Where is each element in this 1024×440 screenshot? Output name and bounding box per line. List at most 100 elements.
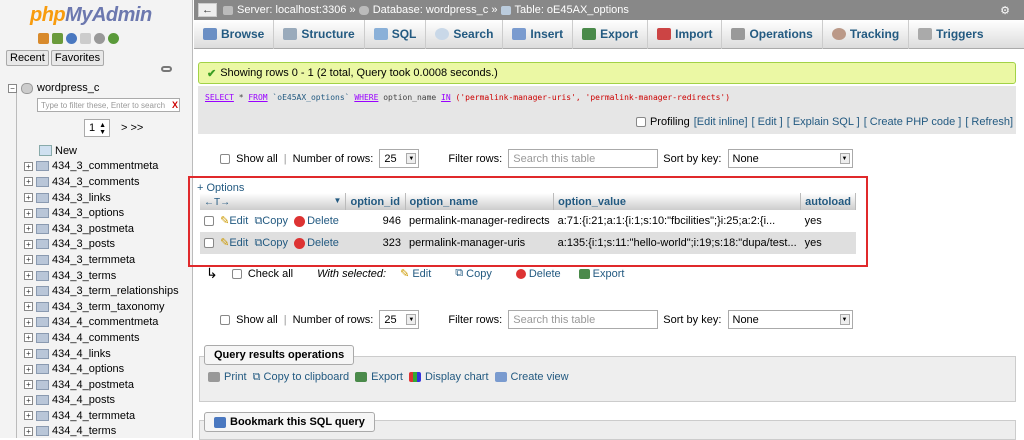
tab-recent[interactable]: Recent xyxy=(6,50,49,66)
tree-table[interactable]: +434_3_postmeta xyxy=(24,221,179,237)
table-icon xyxy=(36,317,49,328)
tree-table[interactable]: +434_4_termmeta xyxy=(24,408,179,424)
expand-icon[interactable]: + xyxy=(24,333,33,343)
page-select[interactable]: 1 ▲ ▼ xyxy=(84,119,110,137)
sql-query[interactable]: SELECT * FROM `oE45AX_options` WHERE opt… xyxy=(205,93,730,102)
sort-by-key-select[interactable]: None ▼ xyxy=(727,310,853,329)
link-icon[interactable] xyxy=(161,66,172,72)
tab-import[interactable]: Import xyxy=(648,19,723,49)
back-button[interactable]: ← xyxy=(198,3,217,17)
table-icon xyxy=(36,270,49,281)
db-node[interactable]: − wordpress_c xyxy=(8,82,99,94)
tree-table[interactable]: +434_3_posts xyxy=(24,237,179,253)
expand-icon[interactable]: + xyxy=(24,317,33,327)
refresh-link[interactable]: [ Refresh] xyxy=(965,116,1013,128)
expand-icon[interactable]: + xyxy=(24,349,33,359)
reload-icon[interactable] xyxy=(108,33,119,44)
help-icon[interactable] xyxy=(66,33,77,44)
edit-inline-link[interactable]: [Edit inline] xyxy=(694,116,748,128)
print-link[interactable]: Print xyxy=(208,371,247,384)
triggers-icon xyxy=(918,28,933,40)
tree-table[interactable]: +434_4_terms xyxy=(24,424,179,438)
check-all-checkbox[interactable] xyxy=(231,268,242,279)
tab-favorites[interactable]: Favorites xyxy=(50,50,105,66)
tree-table[interactable]: +434_3_comments xyxy=(24,174,179,190)
tree-table[interactable]: +434_3_links xyxy=(24,190,179,206)
create-view-link[interactable]: Create view xyxy=(494,371,569,384)
expand-icon[interactable]: + xyxy=(24,208,33,218)
expand-icon[interactable]: + xyxy=(24,426,33,436)
bulk-export-button[interactable]: Export xyxy=(578,268,624,280)
explain-sql-link[interactable]: [ Explain SQL ] xyxy=(787,116,860,128)
expand-icon[interactable]: + xyxy=(24,161,33,171)
tree-table[interactable]: +434_3_options xyxy=(24,205,179,221)
breadcrumb-database[interactable]: Database: wordpress_c xyxy=(373,4,489,16)
expand-icon[interactable]: + xyxy=(24,364,33,374)
tree-table[interactable]: +434_4_comments xyxy=(24,330,179,346)
tree-table[interactable]: +434_4_posts xyxy=(24,393,179,409)
filter-tables-input[interactable]: Type to filter these, Enter to search xyxy=(37,98,180,112)
expand-icon[interactable]: + xyxy=(24,380,33,390)
tab-browse[interactable]: Browse xyxy=(194,19,275,49)
next-page-link[interactable]: > >> xyxy=(121,122,143,134)
breadcrumb-server[interactable]: Server: localhost:3306 xyxy=(237,4,346,16)
edit-link[interactable]: [ Edit ] xyxy=(752,116,783,128)
show-all-checkbox[interactable] xyxy=(220,314,230,325)
expand-icon[interactable]: + xyxy=(24,255,33,265)
expand-icon[interactable]: + xyxy=(24,193,33,203)
tree-new[interactable]: New xyxy=(24,143,179,159)
bulk-delete-button[interactable]: Delete xyxy=(515,268,561,280)
expand-icon[interactable]: + xyxy=(24,411,33,421)
expand-icon[interactable]: + xyxy=(24,271,33,281)
tree-table[interactable]: +434_3_commentmeta xyxy=(24,159,179,175)
profiling-checkbox[interactable] xyxy=(635,117,646,127)
table-icon xyxy=(36,410,49,421)
docs-icon[interactable] xyxy=(80,33,91,44)
sort-by-key-select[interactable]: None ▼ xyxy=(727,149,853,168)
expand-icon[interactable]: + xyxy=(24,286,33,296)
phpmyadmin-logo[interactable]: phpMyAdmin xyxy=(30,4,152,27)
show-all-checkbox[interactable] xyxy=(220,153,230,164)
expand-icon[interactable]: + xyxy=(24,239,33,249)
number-of-rows-select[interactable]: 25 ▼ xyxy=(379,310,420,329)
tree-table[interactable]: +434_4_links xyxy=(24,346,179,362)
tree-table[interactable]: +434_4_options xyxy=(24,361,179,377)
table-icon xyxy=(36,332,49,343)
settings-icon[interactable] xyxy=(94,33,105,44)
filter-rows-input[interactable]: Search this table xyxy=(508,149,659,168)
export-link[interactable]: Export xyxy=(355,371,403,384)
tab-operations[interactable]: Operations xyxy=(722,19,823,49)
tree-table[interactable]: +434_3_term_taxonomy xyxy=(24,299,179,315)
filter-rows-input[interactable]: Search this table xyxy=(508,310,659,329)
copy-to-clipboard-link[interactable]: ⧉ Copy to clipboard xyxy=(253,371,350,384)
collapse-icon[interactable]: − xyxy=(8,83,17,93)
display-chart-link[interactable]: Display chart xyxy=(408,371,489,384)
tab-insert[interactable]: Insert xyxy=(503,19,574,49)
tab-tracking[interactable]: Tracking xyxy=(823,19,910,49)
exit-icon[interactable] xyxy=(52,33,63,44)
expand-icon[interactable]: + xyxy=(24,224,33,234)
bulk-copy-button[interactable]: ⧉ Copy xyxy=(455,267,492,280)
check-all-label[interactable]: Check all xyxy=(248,268,293,280)
bookmark-header[interactable]: Bookmark this SQL query xyxy=(204,412,375,432)
tree-table[interactable]: +434_3_termmeta xyxy=(24,252,179,268)
gear-icon[interactable]: ⚙ xyxy=(1000,4,1010,17)
breadcrumb-table[interactable]: Table: oE45AX_options xyxy=(515,4,629,16)
tab-triggers[interactable]: Triggers xyxy=(909,20,992,49)
create-php-link[interactable]: [ Create PHP code ] xyxy=(864,116,962,128)
tab-sql[interactable]: SQL xyxy=(365,19,427,49)
tree-table[interactable]: +434_3_terms xyxy=(24,268,179,284)
number-of-rows-select[interactable]: 25 ▼ xyxy=(379,149,420,168)
tab-export[interactable]: Export xyxy=(573,19,649,49)
home-icon[interactable] xyxy=(38,33,49,44)
expand-icon[interactable]: + xyxy=(24,302,33,312)
tab-search[interactable]: Search xyxy=(426,19,504,49)
tree-table[interactable]: +434_4_commentmeta xyxy=(24,315,179,331)
expand-icon[interactable]: + xyxy=(24,177,33,187)
tree-table[interactable]: +434_4_postmeta xyxy=(24,377,179,393)
tab-structure[interactable]: Structure xyxy=(274,19,365,49)
tree-table[interactable]: +434_3_term_relationships xyxy=(24,283,179,299)
expand-icon[interactable]: + xyxy=(24,395,33,405)
bulk-edit-button[interactable]: ✎ Edit xyxy=(400,267,431,281)
clear-filter-icon[interactable]: X xyxy=(172,100,178,110)
